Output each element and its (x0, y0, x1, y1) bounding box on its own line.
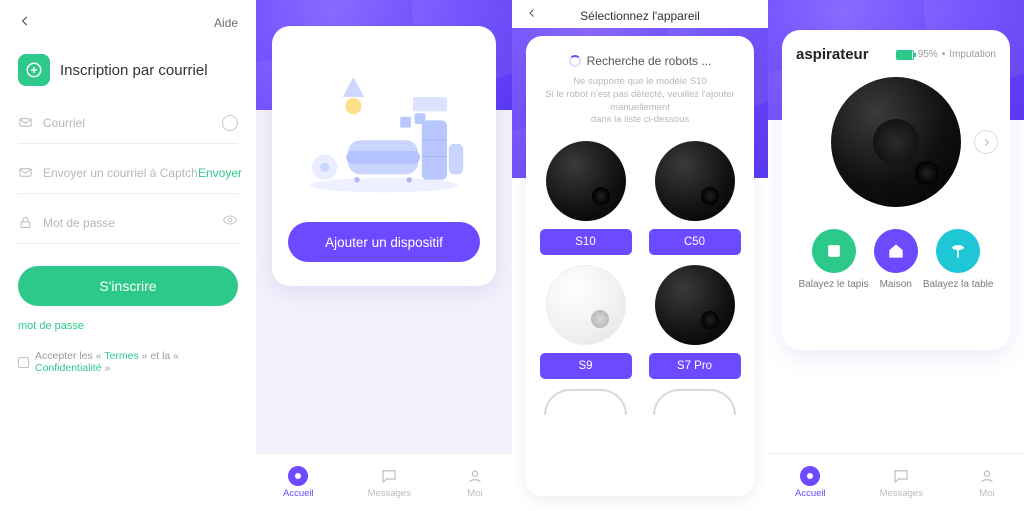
device-label-button[interactable]: S7 Pro (649, 353, 741, 379)
select-device-title: Sélectionnez l'appareil (580, 9, 700, 23)
device-control-card: aspirateur 95% • Imputation Balayez le t… (782, 30, 1010, 350)
table-icon (936, 229, 980, 273)
send-captcha-link[interactable]: Envoyer (198, 166, 242, 180)
carpet-icon (812, 229, 856, 273)
add-device-button[interactable]: Ajouter un dispositif (288, 222, 480, 262)
status-text: Imputation (949, 49, 996, 60)
device-grid-partial (536, 389, 744, 415)
email-radio-icon[interactable] (222, 115, 238, 131)
device-label-button[interactable]: S10 (540, 229, 632, 255)
signup-topbar: Aide (18, 10, 238, 36)
action-home[interactable]: Maison (874, 229, 918, 291)
nav-home-label: Accueil (795, 488, 826, 499)
robot-thumb-partial-icon (653, 389, 736, 415)
device-cell-s9[interactable]: S9 (536, 265, 635, 379)
chat-icon (891, 466, 911, 486)
nav-me[interactable]: Moi (465, 466, 485, 499)
device-list-card: Recherche de robots ... Ne supporte que … (526, 36, 754, 496)
password-input[interactable] (43, 216, 222, 230)
action-label: Balayez la table (923, 279, 994, 291)
privacy-link[interactable]: Confidentialité (35, 362, 102, 374)
add-device-screen: Ajouter un dispositif Accueil Messages M… (256, 0, 512, 511)
device-card-header: aspirateur 95% • Imputation (796, 46, 996, 63)
nav-home[interactable]: Accueil (795, 466, 826, 499)
home-illustration (288, 44, 480, 222)
battery-percent: 95% (918, 49, 938, 60)
device-grid: S10 C50 S9 S7 Pro (536, 141, 744, 379)
support-note: Ne supporte que le modèle S10 Si le robo… (536, 76, 744, 127)
home-dot-icon (288, 466, 308, 486)
forgot-password-link[interactable]: mot de passe (18, 320, 84, 332)
nav-me[interactable]: Moi (977, 466, 997, 499)
robot-thumb-icon (546, 265, 626, 345)
device-name: aspirateur (796, 46, 869, 63)
searching-text: Recherche de robots ... (587, 54, 712, 68)
help-link[interactable]: Aide (214, 16, 238, 30)
captcha-input[interactable] (43, 166, 198, 180)
device-control-screen: aspirateur 95% • Imputation Balayez le t… (768, 0, 1024, 511)
mail-icon (18, 165, 33, 180)
back-chevron-icon[interactable] (18, 14, 32, 33)
signup-title-row: Inscription par courriel (18, 54, 238, 86)
device-cell-c50[interactable]: C50 (645, 141, 744, 255)
eye-icon[interactable] (222, 212, 238, 233)
signup-title: Inscription par courriel (60, 62, 208, 79)
device-cell-s7pro[interactable]: S7 Pro (645, 265, 744, 379)
action-label: Maison (880, 279, 912, 291)
robot-thumb-icon (655, 141, 735, 221)
nav-messages[interactable]: Messages (880, 466, 923, 499)
robot-thumb-icon (655, 265, 735, 345)
device-label-button[interactable]: C50 (649, 229, 741, 255)
device-cell-s10[interactable]: S10 (536, 141, 635, 255)
robot-thumb-partial-icon (544, 389, 627, 415)
accept-checkbox[interactable] (18, 357, 29, 368)
searching-row: Recherche de robots ... (536, 54, 744, 68)
nav-messages[interactable]: Messages (368, 466, 411, 499)
bottom-navbar: Accueil Messages Moi (768, 453, 1024, 511)
spinner-icon (569, 55, 581, 67)
quick-actions-row: Balayez le tapis Maison Balayez la table (796, 229, 996, 291)
nav-me-label: Moi (979, 488, 994, 499)
password-field-row (18, 202, 238, 244)
robot-thumb-icon (546, 141, 626, 221)
chat-icon (379, 466, 399, 486)
nav-home[interactable]: Accueil (283, 466, 314, 499)
action-sweep-table[interactable]: Balayez la table (923, 229, 994, 291)
mail-icon (18, 115, 33, 130)
accept-text: Accepter les « Termes » et la « Confiden… (35, 350, 238, 374)
select-device-screen: Sélectionnez l'appareil Recherche de rob… (512, 0, 768, 511)
signup-button[interactable]: S'inscrire (18, 266, 238, 306)
bottom-navbar: Accueil Messages Moi (256, 453, 512, 511)
lock-icon (18, 215, 33, 230)
robot-large-icon (831, 77, 961, 207)
user-icon (465, 466, 485, 486)
nav-messages-label: Messages (880, 488, 923, 499)
email-input[interactable] (43, 116, 222, 130)
email-field-row (18, 102, 238, 144)
captcha-field-row: Envoyer (18, 152, 238, 194)
terms-link[interactable]: Termes (104, 350, 138, 362)
app-plus-icon (18, 54, 50, 86)
device-label-button[interactable]: S9 (540, 353, 632, 379)
action-sweep-carpet[interactable]: Balayez le tapis (799, 229, 869, 291)
nav-me-label: Moi (467, 488, 482, 499)
nav-messages-label: Messages (368, 488, 411, 499)
back-chevron-icon[interactable] (526, 6, 538, 24)
device-status: 95% • Imputation (896, 49, 996, 60)
device-image-wrap (796, 77, 996, 207)
next-arrow-icon[interactable] (974, 130, 998, 154)
nav-home-label: Accueil (283, 488, 314, 499)
accept-terms-row: Accepter les « Termes » et la « Confiden… (18, 350, 238, 374)
signup-screen: Aide Inscription par courriel Envoyer S'… (0, 0, 256, 511)
battery-icon (896, 50, 914, 60)
user-icon (977, 466, 997, 486)
home-icon (874, 229, 918, 273)
action-label: Balayez le tapis (799, 279, 869, 291)
home-dot-icon (800, 466, 820, 486)
add-device-card: Ajouter un dispositif (272, 26, 496, 286)
select-device-topbar: Sélectionnez l'appareil (512, 0, 768, 28)
